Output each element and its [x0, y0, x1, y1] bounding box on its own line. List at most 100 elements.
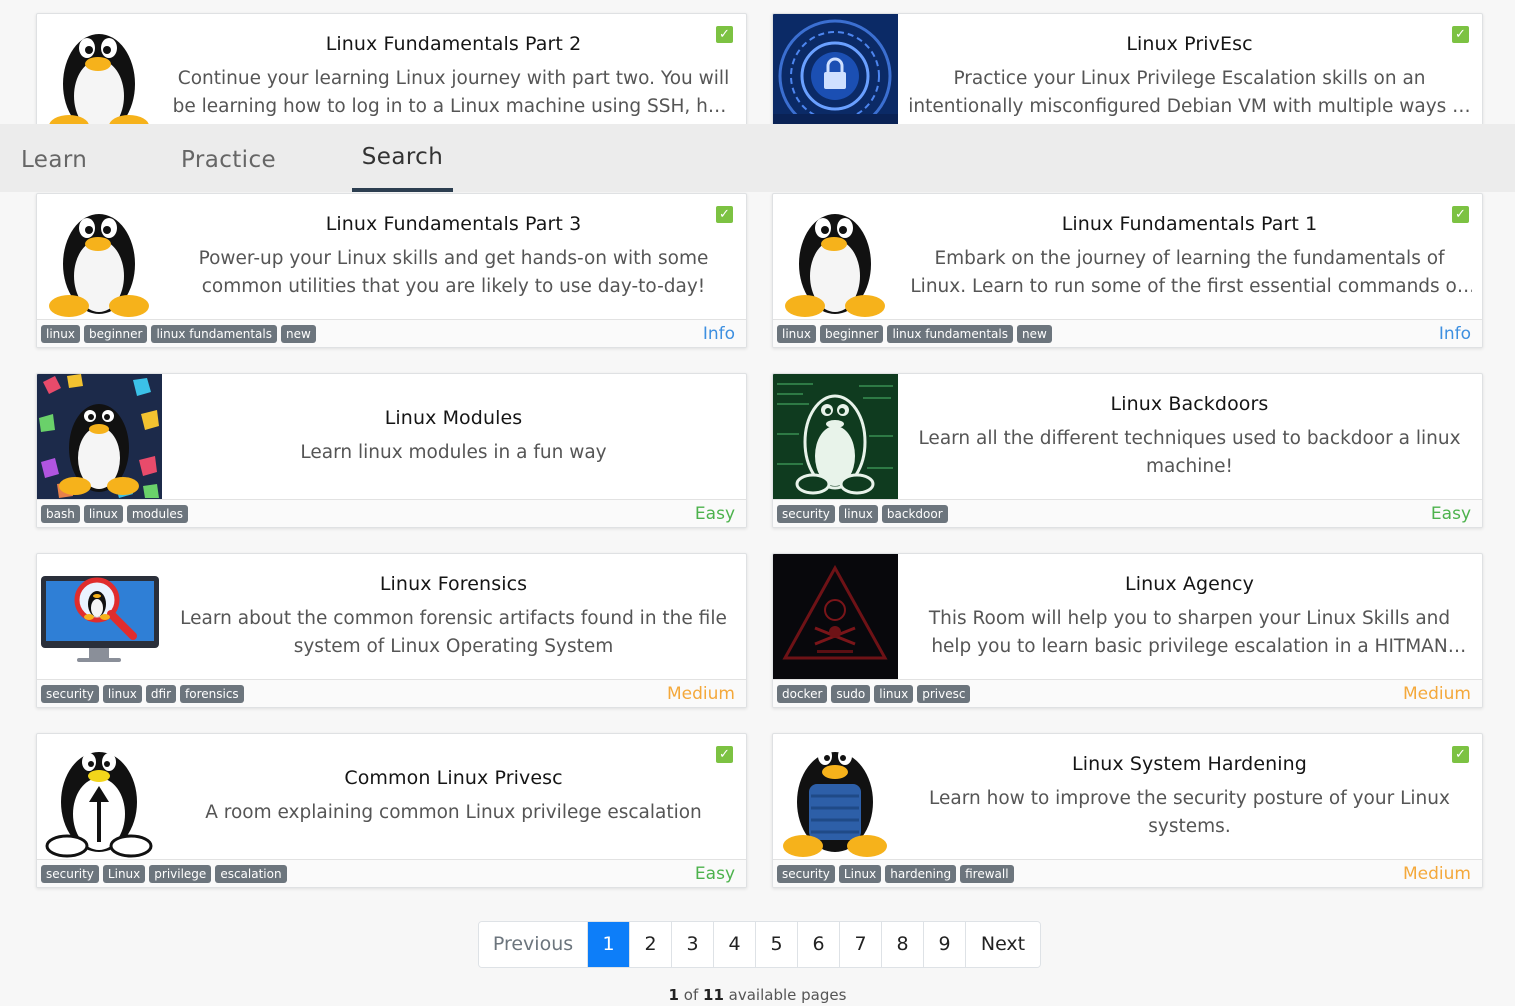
page-button[interactable]: 7 [839, 922, 881, 967]
tag[interactable]: linux [777, 325, 816, 343]
tux-armor-icon [773, 734, 898, 859]
page-button[interactable]: 1 [587, 922, 629, 967]
tag[interactable]: linux [874, 685, 914, 703]
room-description: Embark on the journey of learning the fu… [910, 247, 1469, 297]
tab-learn[interactable]: Learn [21, 124, 87, 192]
room-title[interactable]: Common Linux Privesc [344, 767, 562, 789]
current-page-number: 1 [668, 986, 679, 1004]
room-title[interactable]: Linux System Hardening [1072, 753, 1307, 775]
room-card[interactable]: Common Linux Privesc A room explaining c… [36, 733, 747, 888]
tag[interactable]: new [1017, 325, 1052, 343]
completed-check-icon: ✓ [1452, 206, 1469, 223]
page-count-info: 1 of 11 available pages [0, 986, 1515, 1004]
room-title[interactable]: Linux PrivEsc [1126, 33, 1252, 55]
tag[interactable]: linux [838, 505, 878, 523]
room-description: Practice your Linux Privilege Escalation… [908, 67, 1471, 117]
page-button[interactable]: 9 [923, 922, 965, 967]
completed-check-icon: ✓ [1452, 26, 1469, 43]
page-button[interactable]: 8 [881, 922, 923, 967]
page-button[interactable]: 3 [671, 922, 713, 967]
room-description: Learn all the different techniques used … [918, 427, 1461, 477]
room-title[interactable]: Linux Backdoors [1111, 393, 1269, 415]
difficulty-label: Medium [1403, 864, 1471, 884]
tag[interactable]: new [281, 325, 316, 343]
previous-page-button[interactable]: Previous [479, 922, 587, 967]
difficulty-label: Info [702, 324, 735, 344]
tag[interactable]: security [41, 685, 99, 703]
room-title[interactable]: Linux Fundamentals Part 2 [326, 33, 582, 55]
tag[interactable]: privilege [149, 865, 212, 883]
card-footer: docker sudo linux privesc Medium [773, 679, 1482, 707]
card-footer: security Linux hardening firewall Medium [773, 859, 1482, 887]
room-card[interactable]: Linux Backdoors Learn all the different … [772, 373, 1483, 528]
card-footer: linux beginner linux fundamentals new In… [773, 319, 1482, 347]
room-card[interactable]: Linux Agency This Room will help you to … [772, 553, 1483, 708]
room-card[interactable]: Linux Fundamentals Part 3 Power-up your … [36, 193, 747, 348]
cyber-lock-icon [773, 14, 898, 139]
tag[interactable]: linux fundamentals [151, 325, 277, 343]
tag[interactable]: linux [83, 505, 123, 523]
tag[interactable]: hardening [885, 865, 957, 883]
room-card[interactable]: Linux Fundamentals Part 1 Embark on the … [772, 193, 1483, 348]
tab-search[interactable]: Search [352, 124, 453, 192]
monitor-magnifier-icon [37, 554, 162, 679]
next-page-button[interactable]: Next [965, 922, 1040, 967]
tag[interactable]: firewall [960, 865, 1014, 883]
tag[interactable]: docker [777, 685, 828, 703]
tag[interactable]: linux [102, 685, 142, 703]
difficulty-label: Easy [1430, 504, 1471, 524]
room-description: Power-up your Linux skills and get hands… [198, 247, 709, 297]
tux-arrow-icon [37, 734, 162, 859]
room-title[interactable]: Linux Agency [1125, 573, 1254, 595]
page-button[interactable]: 6 [797, 922, 839, 967]
tag[interactable]: forensics [180, 685, 244, 703]
completed-check-icon: ✓ [716, 206, 733, 223]
tag[interactable]: security [41, 865, 99, 883]
tag[interactable]: backdoor [881, 505, 948, 523]
total-pages-number: 11 [703, 986, 724, 1004]
tux-penguin-icon [37, 14, 162, 139]
card-footer: security linux backdoor Easy [773, 499, 1482, 527]
tag[interactable]: security [777, 505, 835, 523]
page-button[interactable]: 2 [629, 922, 671, 967]
tag[interactable]: privesc [917, 685, 971, 703]
tag[interactable]: bash [41, 505, 80, 523]
room-card[interactable]: Linux System Hardening Learn how to impr… [772, 733, 1483, 888]
agency-emblem-icon [773, 554, 898, 679]
tag[interactable]: sudo [831, 685, 871, 703]
room-description: This Room will help you to sharpen your … [928, 607, 1451, 657]
room-description: Learn linux modules in a fun way [300, 441, 607, 463]
room-title[interactable]: Linux Fundamentals Part 1 [1062, 213, 1318, 235]
tag[interactable]: beginner [819, 325, 884, 343]
room-title[interactable]: Linux Modules [385, 407, 523, 429]
card-footer: bash linux modules Easy [37, 499, 746, 527]
page-info-suffix: available pages [728, 986, 847, 1004]
tag[interactable]: beginner [83, 325, 148, 343]
tag[interactable]: Linux [838, 865, 882, 883]
room-description: Learn how to improve the security postur… [929, 787, 1450, 837]
page-button[interactable]: 5 [755, 922, 797, 967]
tag[interactable]: modules [126, 505, 189, 523]
room-description: A room explaining common Linux privilege… [205, 801, 702, 823]
card-footer: linux beginner linux fundamentals new In… [37, 319, 746, 347]
completed-check-icon: ✓ [716, 746, 733, 763]
tag[interactable]: escalation [215, 865, 287, 883]
room-card[interactable]: Linux Forensics Learn about the common f… [36, 553, 747, 708]
tag[interactable]: linux fundamentals [887, 325, 1013, 343]
tag[interactable]: security [777, 865, 835, 883]
tag[interactable]: Linux [102, 865, 146, 883]
completed-check-icon: ✓ [1452, 746, 1469, 763]
room-description: Continue your learning Linux journey wit… [172, 67, 735, 117]
tag[interactable]: linux [41, 325, 80, 343]
difficulty-label: Easy [694, 864, 735, 884]
page-info-of: of [683, 986, 699, 1004]
tag[interactable]: dfir [145, 685, 177, 703]
room-title[interactable]: Linux Forensics [380, 573, 527, 595]
difficulty-label: Info [1438, 324, 1471, 344]
room-title[interactable]: Linux Fundamentals Part 3 [326, 213, 582, 235]
page-button[interactable]: 4 [713, 922, 755, 967]
tab-practice[interactable]: Practice [181, 124, 276, 192]
tux-penguin-icon [773, 194, 898, 319]
room-description: Learn about the common forensic artifact… [180, 607, 727, 657]
room-card[interactable]: Linux Modules Learn linux modules in a f… [36, 373, 747, 528]
